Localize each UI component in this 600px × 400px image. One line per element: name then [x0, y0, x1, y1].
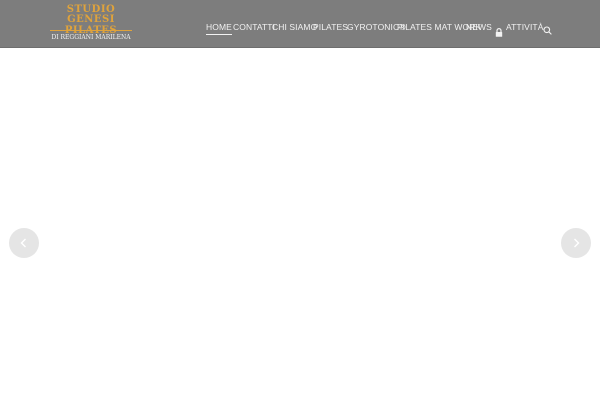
- logo-line-1: STUDIO GENESI: [66, 4, 116, 25]
- nav-item-home[interactable]: HOME: [206, 22, 232, 35]
- nav-item-contatti[interactable]: CONTATTI: [233, 22, 275, 32]
- site-logo[interactable]: STUDIO GENESI PILATES DI REGGIANI MARILE…: [50, 5, 132, 43]
- site-header: STUDIO GENESI PILATES DI REGGIANI MARILE…: [0, 0, 600, 48]
- nav-item-news[interactable]: NEWS: [466, 22, 492, 32]
- slider-next-button[interactable]: [561, 228, 591, 258]
- search-icon[interactable]: [543, 20, 552, 35]
- logo-line-3: DI REGGIANI MARILENA: [51, 34, 131, 41]
- chevron-right-icon: [574, 238, 580, 248]
- slider-prev-button[interactable]: [9, 228, 39, 258]
- nav-item-attivita[interactable]: ATTIVITÀ: [506, 22, 543, 32]
- lock-icon: [495, 22, 503, 37]
- nav-item-chi-siamo[interactable]: CHI SIAMO: [272, 22, 317, 32]
- nav-item-pilates[interactable]: PILATES: [313, 22, 348, 32]
- chevron-left-icon: [20, 238, 26, 248]
- logo-divider: [50, 30, 132, 31]
